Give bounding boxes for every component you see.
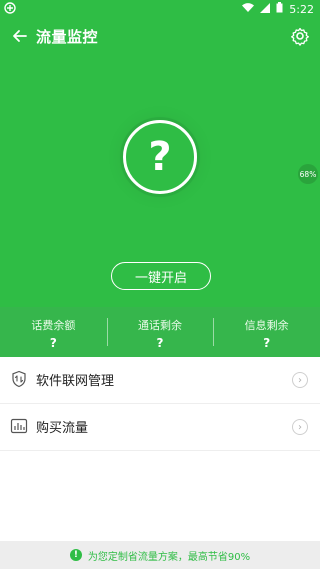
chart-icon [10, 417, 28, 435]
stat-sms[interactable]: 信息剩余 ? [213, 307, 320, 357]
menu-item-label: 软件联网管理 [36, 374, 115, 389]
title-bar: 流量监控 [0, 22, 320, 50]
battery-icon [276, 2, 283, 16]
stat-label: 通话剩余 [138, 319, 182, 332]
stat-label: 信息剩余 [244, 319, 289, 332]
status-bar: 5:22 [0, 0, 320, 18]
one-key-start-button[interactable]: 一键开启 [111, 262, 211, 290]
info-icon: ! [69, 549, 82, 561]
promo-text: 为您定制省流量方案，最高节省90% [87, 551, 251, 563]
stat-value: ? [156, 336, 164, 350]
stat-value: ? [49, 336, 57, 350]
stat-balance[interactable]: 话费余额 ? [0, 307, 107, 357]
percentage-value: 68% [299, 169, 317, 179]
signal-icon [260, 2, 271, 16]
stat-divider [213, 318, 214, 346]
stat-divider [107, 318, 108, 346]
percentage-badge[interactable]: 68% [298, 164, 318, 184]
chevron-right-icon: › [292, 372, 308, 388]
stats-bar: 话费余额 ? 通话剩余 ? 信息剩余 ? [0, 307, 320, 357]
page-title: 流量监控 [36, 28, 99, 46]
chevron-right-icon: › [292, 419, 308, 435]
menu-item-network-manage[interactable]: 软件联网管理 › [0, 357, 320, 404]
promo-bar[interactable]: ! 为您定制省流量方案，最高节省90% [0, 541, 320, 569]
status-time: 5:22 [289, 2, 314, 16]
wifi-icon [242, 2, 255, 16]
menu-item-label: 购买流量 [36, 421, 89, 436]
stat-label: 话费余额 [31, 319, 76, 332]
menu-item-buy-data[interactable]: 购买流量 › [0, 404, 320, 451]
question-symbol: ? [148, 134, 172, 180]
status-app-icon [4, 2, 16, 17]
status-circle: ? [123, 120, 197, 194]
stat-call[interactable]: 通话剩余 ? [107, 307, 214, 357]
back-arrow-icon[interactable] [10, 26, 30, 46]
gear-icon[interactable] [290, 26, 310, 46]
one-key-start-label: 一键开启 [134, 270, 187, 286]
stat-value: ? [263, 336, 271, 350]
network-shield-icon [10, 370, 28, 388]
